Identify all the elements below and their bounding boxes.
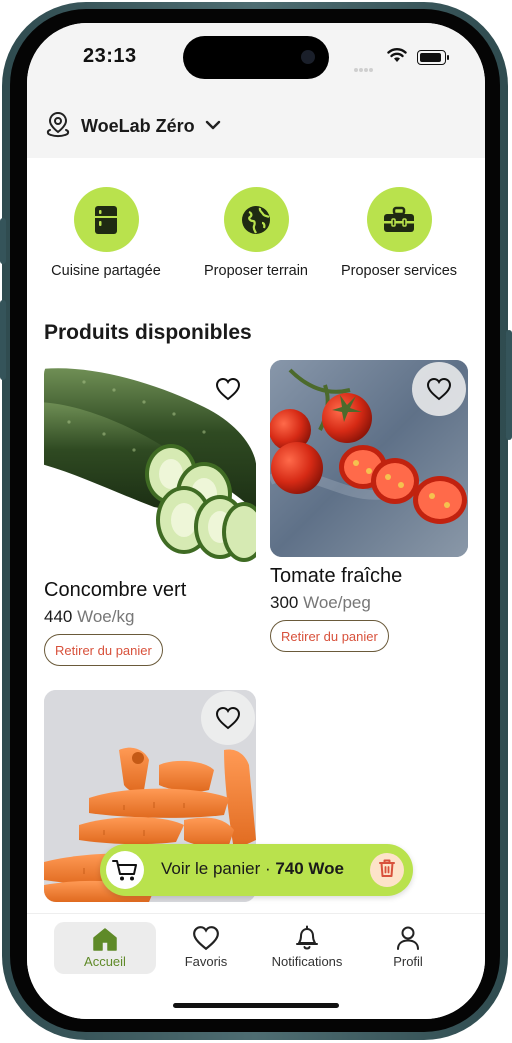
globe-icon — [223, 187, 289, 252]
nav-label: Accueil — [84, 954, 126, 969]
product-price: 440 Woe/kg — [44, 607, 135, 626]
volume-up-button — [0, 218, 6, 264]
heart-icon — [155, 925, 257, 951]
toolbox-icon — [366, 187, 432, 252]
nav-item-notifications[interactable]: Notifications — [256, 922, 358, 974]
nav-label: Favoris — [184, 954, 228, 969]
battery-icon — [417, 50, 449, 65]
quick-action-shared-kitchen[interactable]: Cuisine partagée — [31, 187, 181, 279]
quick-action-label: Proposer services — [340, 263, 458, 279]
favorite-heart-icon[interactable] — [201, 362, 255, 416]
fridge-icon — [73, 187, 139, 252]
home-indicator — [173, 1003, 339, 1008]
volume-down-button — [0, 300, 6, 380]
trash-icon — [378, 858, 396, 883]
clear-cart-button[interactable] — [370, 853, 404, 887]
location-name: WoeLab Zéro — [81, 115, 195, 136]
view-cart-bar[interactable]: Voir le panier · 740 Woe — [100, 844, 413, 896]
app-screen: 23:13 WoeLab Zéro Cuisine partagée Propo… — [27, 23, 485, 1019]
location-pin-icon — [45, 110, 71, 143]
nav-label: Profil — [393, 954, 423, 969]
bell-icon — [256, 925, 358, 951]
product-image-tomato[interactable] — [270, 360, 468, 557]
cellular-signal-icon — [354, 59, 374, 77]
product-image-cucumber[interactable] — [44, 362, 256, 572]
cart-icon — [106, 851, 144, 889]
nav-item-home[interactable]: Accueil — [54, 922, 156, 974]
product-name: Concombre vert — [44, 579, 187, 601]
wifi-icon — [387, 47, 407, 68]
quick-action-label: Cuisine partagée — [51, 263, 161, 279]
user-icon — [357, 925, 459, 951]
location-selector[interactable]: WoeLab Zéro — [45, 111, 221, 141]
quick-action-label: Proposer terrain — [204, 263, 308, 279]
view-cart-label: Voir le panier · 740 Woe — [161, 859, 345, 878]
remove-from-cart-button[interactable]: Retirer du panier — [44, 634, 163, 666]
phone-frame: 23:13 WoeLab Zéro Cuisine partagée Propo… — [0, 0, 512, 1043]
nav-item-profile[interactable]: Profil — [357, 922, 459, 974]
nav-label: Notifications — [271, 954, 343, 969]
nav-item-favorites[interactable]: Favoris — [155, 922, 257, 974]
favorite-heart-icon[interactable] — [412, 362, 466, 416]
home-icon — [54, 925, 156, 951]
status-time: 23:13 — [83, 45, 137, 67]
chevron-down-icon — [205, 117, 221, 135]
favorite-heart-icon[interactable] — [201, 691, 255, 745]
product-price: 300 Woe/peg — [270, 593, 371, 612]
quick-action-propose-services[interactable]: Proposer services — [324, 187, 474, 279]
power-button — [506, 330, 512, 440]
camera-icon — [301, 50, 315, 64]
remove-from-cart-button[interactable]: Retirer du panier — [270, 620, 389, 652]
top-header: 23:13 WoeLab Zéro — [27, 23, 485, 158]
product-name: Tomate fraîche — [270, 565, 403, 587]
dynamic-island — [183, 36, 329, 79]
section-title: Produits disponibles — [44, 321, 252, 344]
quick-action-propose-land[interactable]: Proposer terrain — [181, 187, 331, 279]
